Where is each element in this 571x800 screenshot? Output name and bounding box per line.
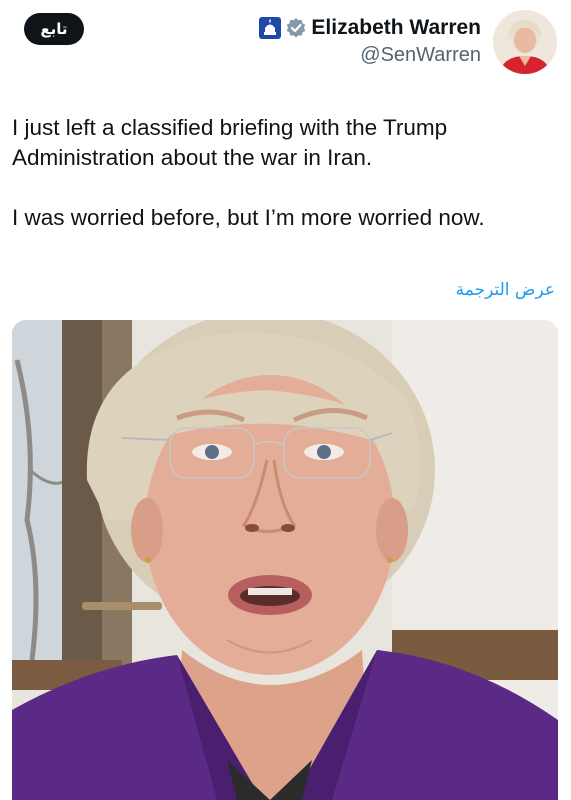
follow-button[interactable]: تابع	[24, 13, 84, 45]
author-name-row: Elizabeth Warren	[259, 13, 481, 43]
tweet-paragraph: I just left a classified briefing with t…	[12, 115, 448, 170]
author-avatar[interactable]	[493, 10, 557, 74]
show-translation-link[interactable]: عرض الترجمة	[456, 280, 555, 300]
author-display-name[interactable]: Elizabeth Warren	[311, 16, 481, 40]
capitol-badge-icon	[259, 17, 282, 39]
tweet-paragraph: I was worried before, but I’m more worri…	[12, 205, 485, 230]
video-frame-illustration	[12, 320, 558, 800]
tweet-video[interactable]	[12, 320, 558, 800]
tweet-text: I just left a classified briefing with t…	[12, 113, 552, 233]
author-handle[interactable]: @SenWarren	[360, 44, 481, 67]
verified-badge-icon	[285, 17, 307, 39]
